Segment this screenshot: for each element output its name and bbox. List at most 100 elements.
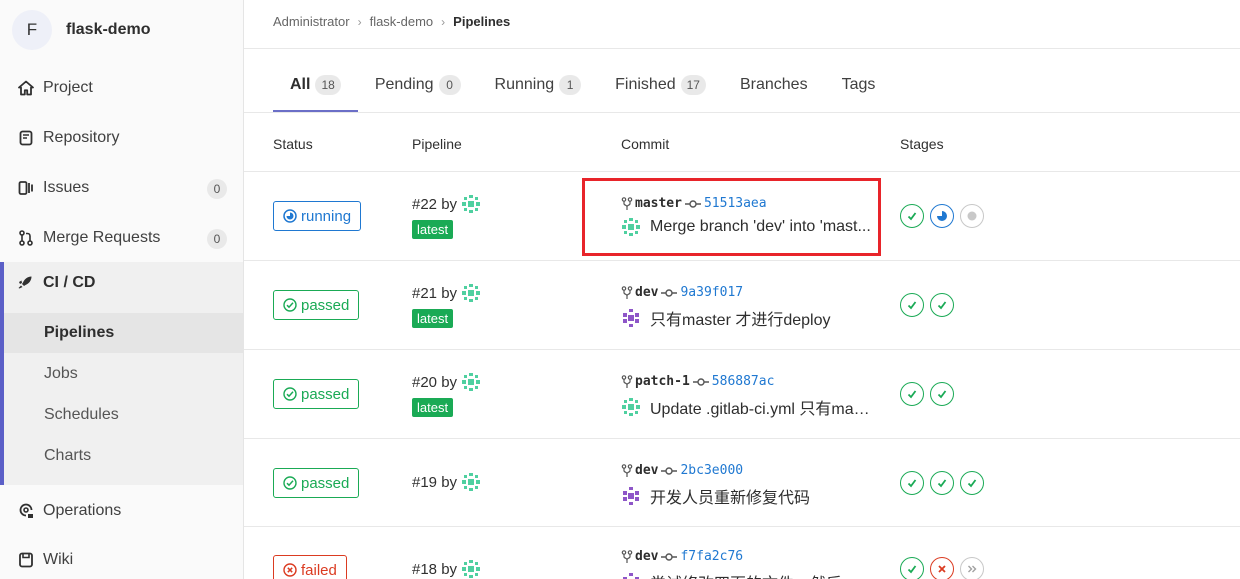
status-passed-icon [283, 387, 297, 401]
sidebar-item-label: Merge Requests [43, 229, 161, 246]
breadcrumb-item[interactable]: Administrator [273, 14, 350, 29]
tab-label: Tags [841, 76, 876, 93]
stage-failed-icon[interactable] [930, 557, 954, 579]
commit-message-link[interactable]: 开发人员重新修复代码 [650, 484, 810, 508]
status-badge[interactable]: running [273, 201, 362, 231]
tab-count-badge: 1 [559, 75, 582, 95]
branch-icon [621, 285, 633, 299]
user-avatar-icon[interactable] [461, 194, 481, 214]
tab-running[interactable]: Running 1 [478, 58, 599, 112]
stages-cell [900, 557, 990, 579]
status-badge[interactable]: failed [273, 555, 347, 579]
stage-success-icon[interactable] [900, 471, 924, 495]
tab-count-badge: 18 [315, 75, 341, 95]
column-header-stages: Stages [900, 136, 944, 152]
project-header[interactable]: F flask-demo [12, 10, 150, 50]
commit-icon [661, 552, 678, 561]
branch-link[interactable]: dev [635, 285, 658, 300]
sidebar: F flask-demo Project Repository Issues 0 [0, 0, 244, 579]
commit-cell: patch-1 586887ac Update .gitlab-ci.yml 只… [621, 374, 872, 419]
stage-success-icon[interactable] [960, 471, 984, 495]
divider [244, 112, 1240, 113]
user-avatar-icon[interactable] [461, 372, 481, 392]
commit-sha-link[interactable]: 9a39f017 [680, 285, 743, 300]
sidebar-item-repository[interactable]: Repository [0, 116, 243, 160]
table-row: passed #21 by latest dev 9a39f017 只有mast… [244, 261, 1240, 350]
commit-sha-link[interactable]: 586887ac [712, 374, 775, 389]
branch-link[interactable]: dev [635, 549, 658, 564]
issues-count-badge: 0 [207, 179, 227, 199]
stage-success-icon[interactable] [900, 293, 924, 317]
tab-count-badge: 17 [680, 75, 706, 95]
pipeline-id-link[interactable]: #19 by [412, 474, 457, 491]
operations-icon [17, 502, 35, 520]
sidebar-item-project[interactable]: Project [0, 66, 243, 110]
sidebar-subitem-charts[interactable]: Charts [4, 436, 243, 476]
tab-label: Running [494, 76, 555, 93]
stage-skipped-icon[interactable] [960, 557, 984, 579]
tab-all[interactable]: All 18 [273, 58, 358, 112]
user-avatar-icon[interactable] [461, 559, 481, 579]
commit-message-link[interactable]: 只有master 才进行deploy [650, 306, 831, 330]
commit-message-link[interactable]: 尝试修改四页的文件，然后 [650, 570, 842, 579]
sidebar-subitem-jobs[interactable]: Jobs [4, 354, 243, 394]
status-badge[interactable]: passed [273, 290, 360, 320]
breadcrumb-item[interactable]: flask-demo [370, 14, 434, 29]
stage-success-icon[interactable] [900, 204, 924, 228]
branch-link[interactable]: patch-1 [635, 374, 690, 389]
commit-sha-link[interactable]: 2bc3e000 [680, 463, 743, 478]
user-avatar-icon[interactable] [461, 283, 481, 303]
sidebar-item-issues[interactable]: Issues 0 [0, 166, 243, 210]
stage-success-icon[interactable] [930, 293, 954, 317]
tab-tags[interactable]: Tags [825, 58, 893, 112]
status-label: failed [301, 561, 337, 579]
commit-icon [661, 466, 678, 475]
user-avatar-icon[interactable] [621, 397, 641, 417]
stage-created-icon[interactable] [960, 204, 984, 228]
stage-running-icon[interactable] [930, 204, 954, 228]
stage-success-icon[interactable] [930, 382, 954, 406]
sidebar-subitem-pipelines[interactable]: Pipelines [4, 313, 243, 353]
repository-icon [17, 129, 35, 147]
latest-badge: latest [412, 220, 454, 239]
commit-cell: dev f7fa2c76 尝试修改四页的文件，然后 [621, 549, 842, 579]
user-avatar-icon[interactable] [621, 486, 641, 506]
branch-icon [621, 549, 633, 563]
status-label: passed [301, 474, 350, 492]
user-avatar-icon[interactable] [621, 308, 641, 328]
latest-badge: latest [412, 398, 454, 417]
user-avatar-icon[interactable] [621, 572, 641, 579]
tab-count-badge: 0 [438, 75, 461, 95]
sidebar-item-wiki[interactable]: Wiki [0, 538, 243, 579]
commit-message-link[interactable]: Update .gitlab-ci.yml 只有mas... [650, 395, 872, 419]
highlight-annotation-box [582, 178, 881, 256]
stage-success-icon[interactable] [900, 557, 924, 579]
project-name[interactable]: flask-demo [66, 21, 150, 39]
project-avatar[interactable]: F [12, 10, 52, 50]
user-avatar-icon[interactable] [461, 472, 481, 492]
status-badge[interactable]: passed [273, 468, 360, 498]
pipeline-id-link[interactable]: #22 by [412, 196, 457, 213]
sidebar-item-operations[interactable]: Operations [0, 489, 243, 533]
commit-cell: dev 9a39f017 只有master 才进行deploy [621, 285, 831, 330]
tab-pending[interactable]: Pending 0 [358, 58, 478, 112]
sidebar-item-merge-requests[interactable]: Merge Requests 0 [0, 216, 243, 260]
table-row: passed #20 by latest patch-1 586887ac Up… [244, 350, 1240, 439]
stage-success-icon[interactable] [930, 471, 954, 495]
commit-sha-link[interactable]: f7fa2c76 [680, 549, 743, 564]
tab-finished[interactable]: Finished 17 [598, 58, 723, 112]
pipeline-id-link[interactable]: #21 by [412, 285, 457, 302]
stage-success-icon[interactable] [900, 382, 924, 406]
chevron-right-icon: › [441, 14, 446, 29]
branch-link[interactable]: dev [635, 463, 658, 478]
sidebar-subitem-schedules[interactable]: Schedules [4, 395, 243, 435]
chevron-right-icon: › [357, 14, 362, 29]
status-badge[interactable]: passed [273, 379, 360, 409]
sidebar-item-label: Repository [43, 129, 120, 146]
tab-branches[interactable]: Branches [723, 58, 825, 112]
pipeline-id-link[interactable]: #20 by [412, 374, 457, 391]
main-content: Administrator › flask-demo › Pipelines A… [244, 0, 1240, 579]
breadcrumb-current[interactable]: Pipelines [453, 14, 510, 29]
pipeline-id-link[interactable]: #18 by [412, 561, 457, 578]
sidebar-item-cicd[interactable]: CI / CD [17, 274, 95, 292]
